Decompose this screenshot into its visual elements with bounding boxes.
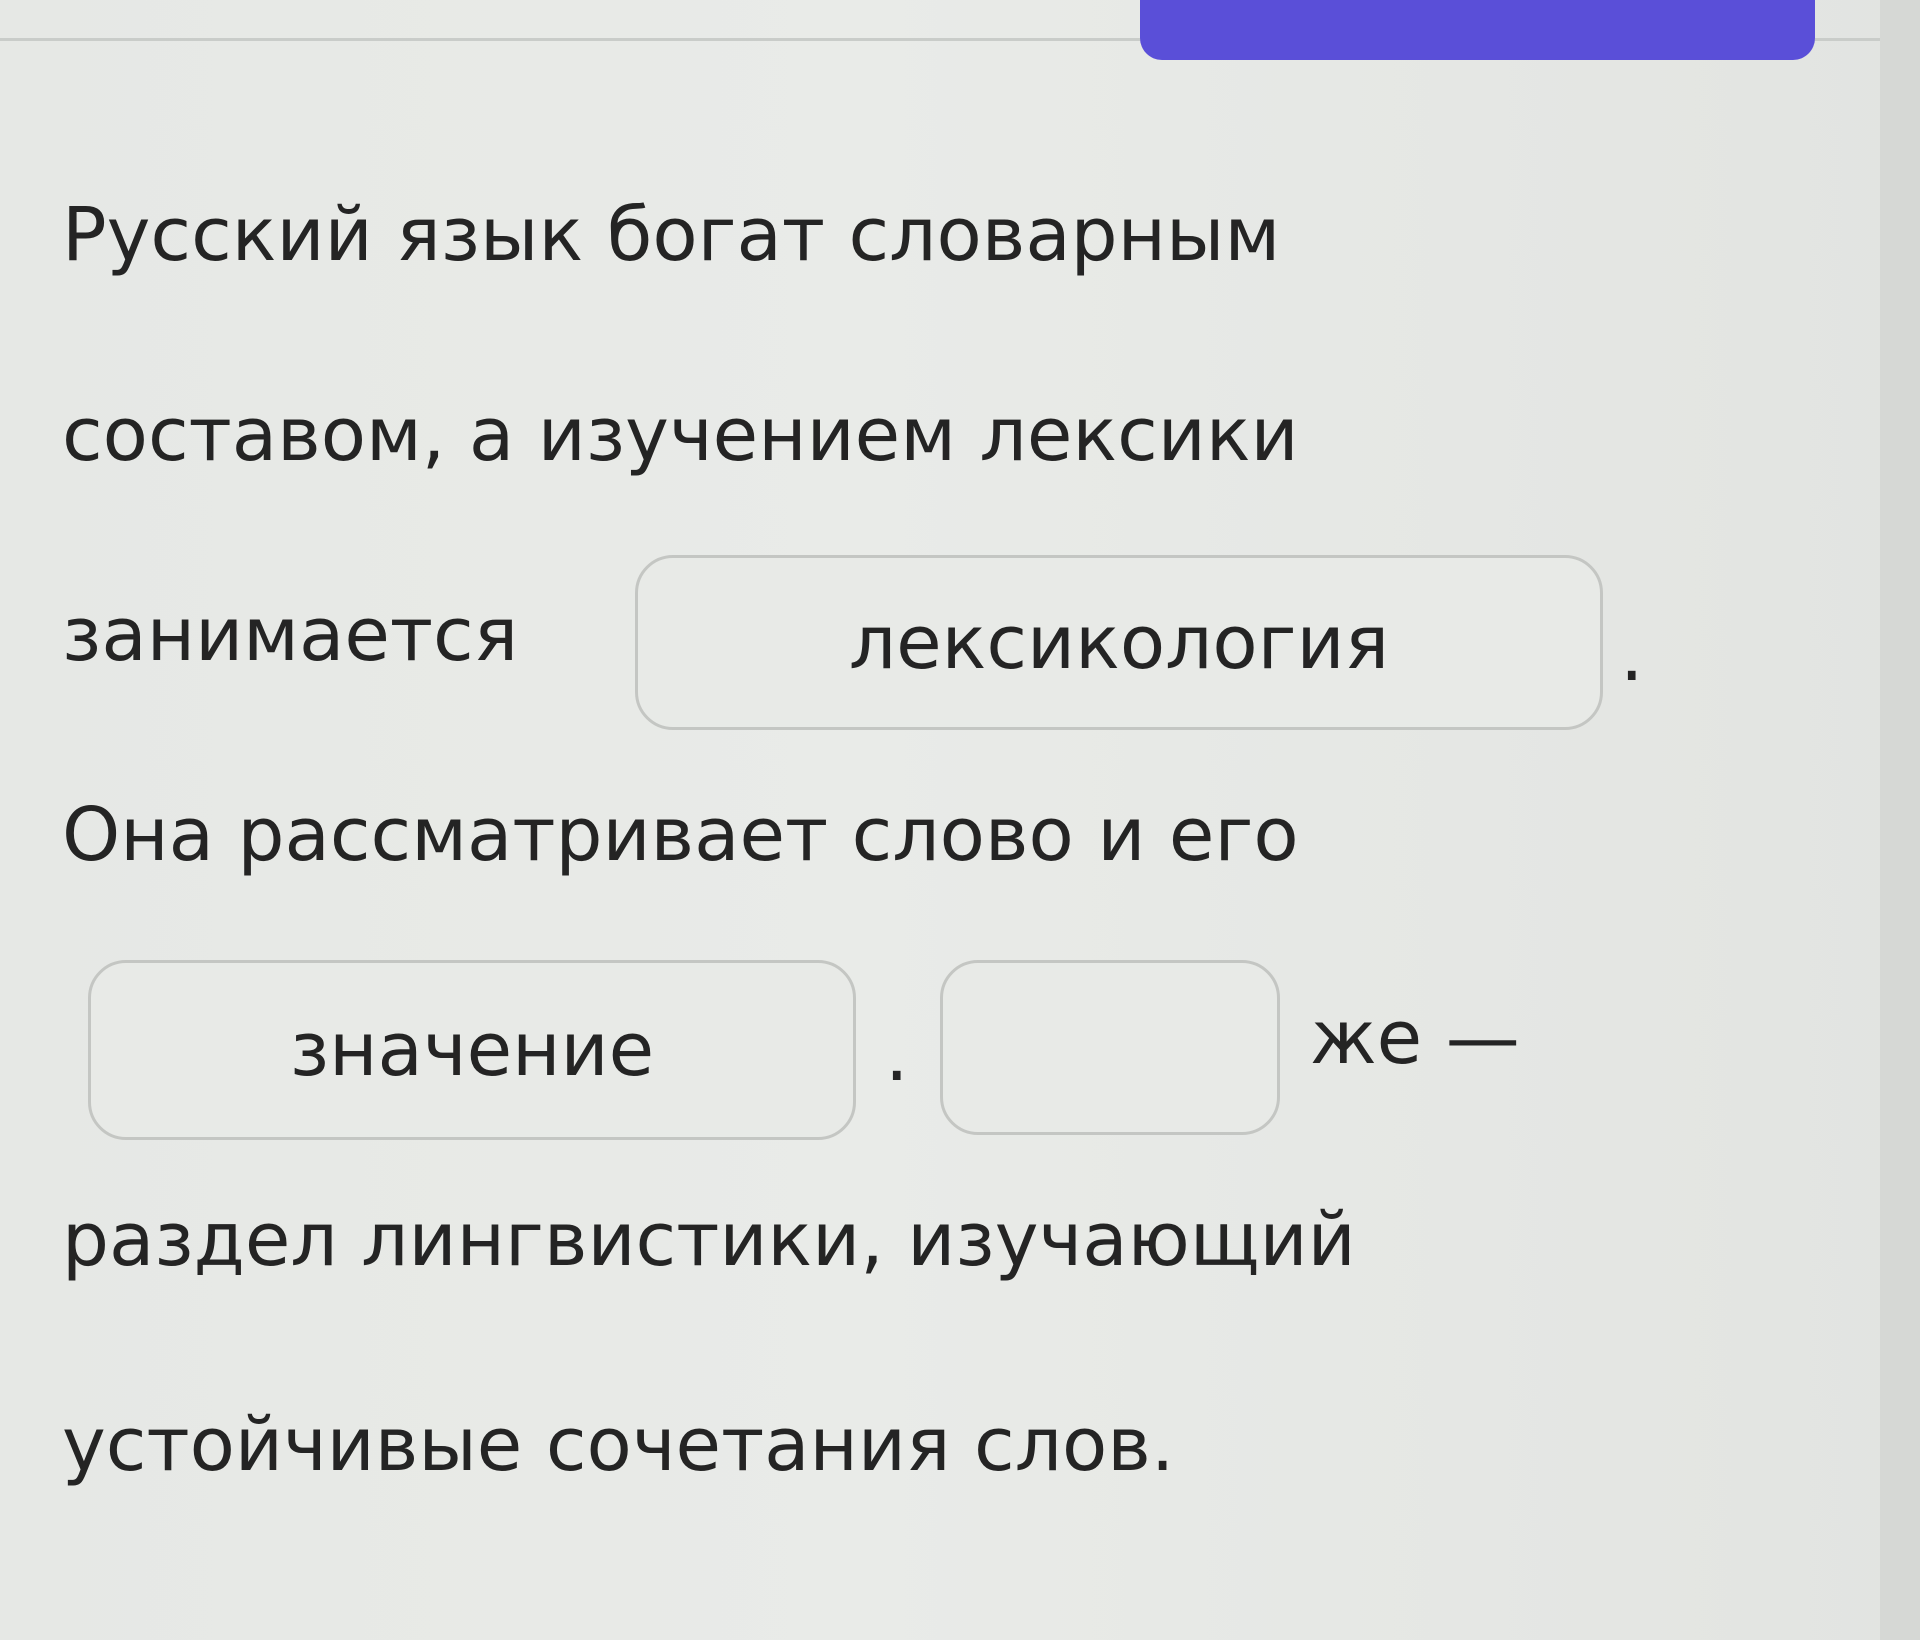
exercise-line-3-prefix: занимается	[62, 592, 519, 678]
exercise-line-1: Русский язык богат словарным	[62, 192, 1281, 278]
right-edge-shade	[1880, 0, 1920, 1640]
exercise-line-2: составом, а изучением лексики	[62, 392, 1299, 478]
exercise-line-5-suffix: же —	[1310, 995, 1520, 1081]
exercise-page: Русский язык богат словарным составом, а…	[0, 0, 1920, 1640]
answer-blank-1[interactable]: лексикология	[635, 555, 1603, 730]
exercise-line-7: устойчивые сочетания слов.	[62, 1402, 1175, 1488]
exercise-line-4: Она рассматривает слово и его	[62, 792, 1299, 878]
answer-blank-3[interactable]	[940, 960, 1280, 1135]
exercise-line-5-dot: .	[885, 1012, 909, 1098]
exercise-line-3-suffix: .	[1620, 612, 1644, 698]
answer-blank-2-value: значение	[289, 1007, 655, 1093]
exercise-line-6: раздел лингвистики, изучающий	[62, 1197, 1356, 1283]
answer-blank-2[interactable]: значение	[88, 960, 856, 1140]
top-action-button[interactable]	[1140, 0, 1815, 60]
answer-blank-1-value: лексикология	[848, 599, 1390, 686]
